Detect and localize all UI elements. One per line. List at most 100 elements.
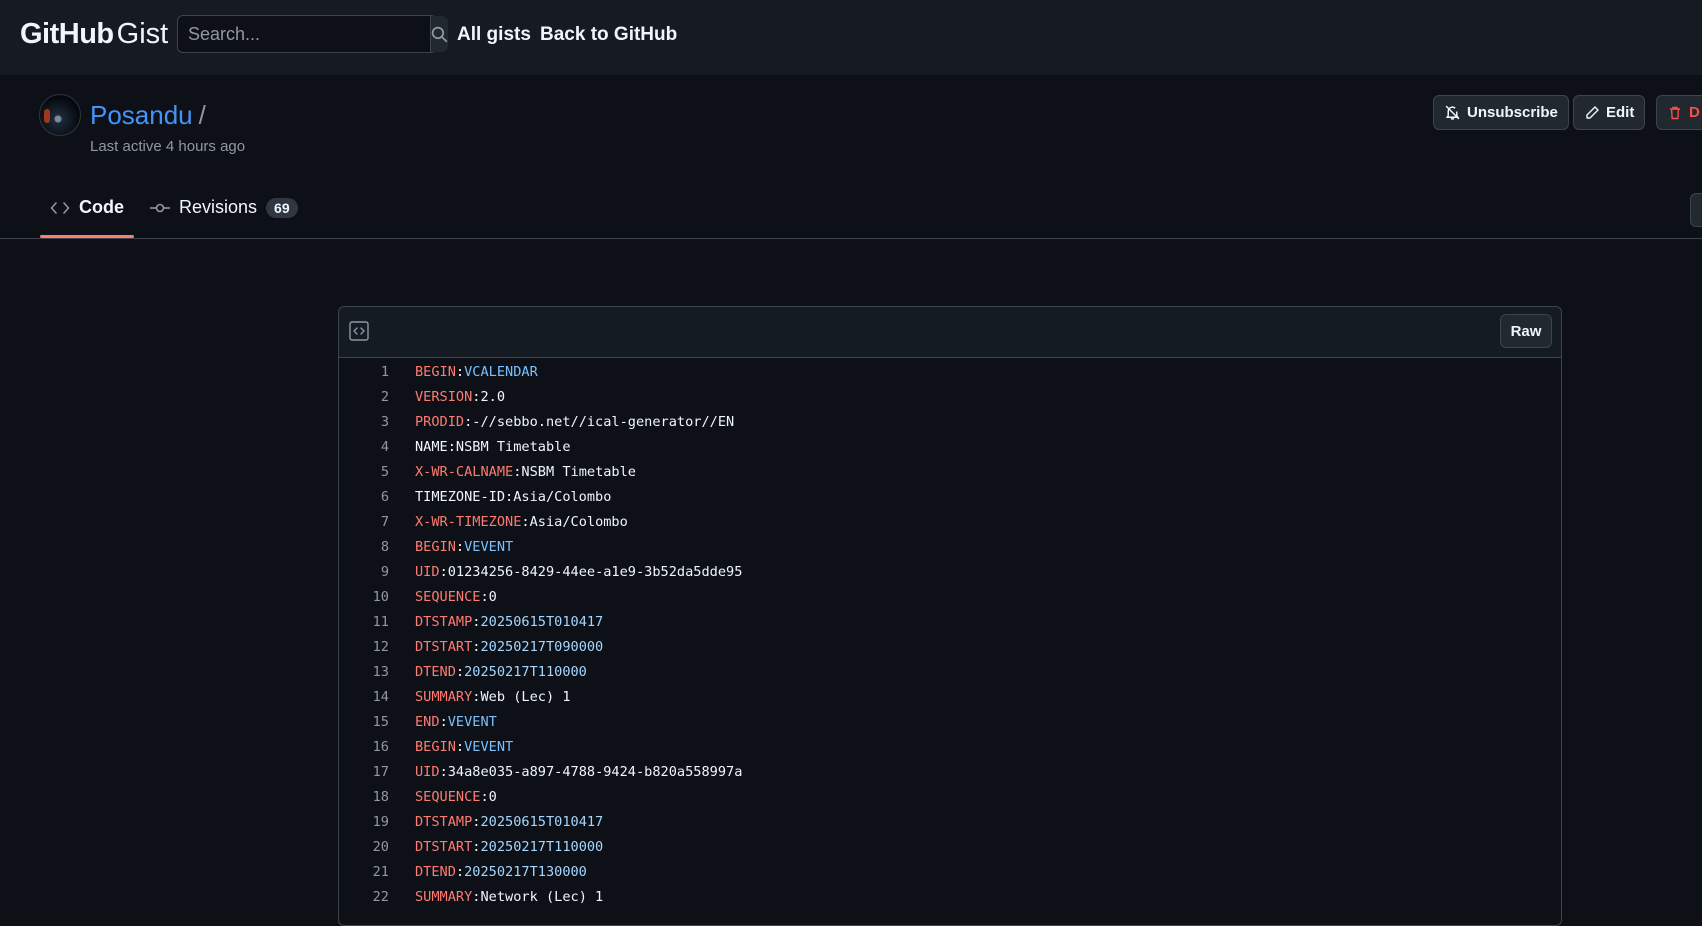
- property-value: 0: [488, 788, 497, 805]
- line-content: DTSTART:20250217T090000: [389, 639, 603, 655]
- property-key: SEQUENCE: [415, 588, 481, 605]
- line-content: DTEND:20250217T130000: [389, 864, 587, 880]
- code-line: 15 END:VEVENT: [339, 709, 1561, 734]
- line-number[interactable]: 11: [339, 614, 389, 630]
- code-view: 1 BEGIN:VCALENDAR 2 VERSION:2.0 3 PRODID:-//s…: [339, 358, 1561, 909]
- logo-gist: Gist: [116, 18, 169, 50]
- property-key: DTEND: [415, 863, 456, 880]
- logo-github: GitHub: [20, 18, 114, 50]
- line-number[interactable]: 13: [339, 664, 389, 680]
- line-number[interactable]: 1: [339, 364, 389, 380]
- property-value: 34a8e035-a897-4788-9424-b820a558997a: [447, 763, 743, 780]
- property-value: VEVENT: [464, 538, 514, 555]
- code-line: 9 UID:01234256-8429-44ee-a1e9-3b52da5dde9…: [339, 559, 1561, 584]
- side-button[interactable]: [1690, 193, 1702, 227]
- property-value: NAME:NSBM Timetable: [415, 438, 571, 455]
- github-gist-logo[interactable]: GitHub Gist: [20, 18, 168, 51]
- edit-label: Edit: [1606, 104, 1635, 121]
- property-key: SUMMARY: [415, 688, 473, 705]
- code-icon: [50, 201, 70, 214]
- line-number[interactable]: 14: [339, 689, 389, 705]
- delete-button[interactable]: D: [1656, 95, 1702, 130]
- tab-code[interactable]: Code: [40, 178, 134, 238]
- code-line: 3 PRODID:-//sebbo.net//ical-generator//EN: [339, 409, 1561, 434]
- code-line: 22 SUMMARY:Network (Lec) 1: [339, 884, 1561, 909]
- line-number[interactable]: 22: [339, 889, 389, 905]
- line-number[interactable]: 5: [339, 464, 389, 480]
- property-separator: :: [455, 663, 465, 680]
- property-value: Network (Lec) 1: [480, 888, 604, 905]
- unsubscribe-button[interactable]: Unsubscribe: [1433, 95, 1569, 130]
- code-line: 2 VERSION:2.0: [339, 384, 1561, 409]
- raw-button[interactable]: Raw: [1500, 314, 1552, 348]
- code-line: 4 NAME:NSBM Timetable: [339, 434, 1561, 459]
- title-separator: /: [198, 100, 206, 130]
- property-separator: :: [455, 363, 465, 380]
- line-number[interactable]: 2: [339, 389, 389, 405]
- file-code-icon: [349, 321, 369, 341]
- line-number[interactable]: 12: [339, 639, 389, 655]
- property-key: SEQUENCE: [415, 788, 481, 805]
- line-number[interactable]: 3: [339, 414, 389, 430]
- property-value: VEVENT: [464, 738, 514, 755]
- tab-revisions[interactable]: Revisions 69: [150, 178, 298, 237]
- property-separator: :: [439, 713, 448, 730]
- nav-back-to-github[interactable]: Back to GitHub: [540, 24, 677, 46]
- line-number[interactable]: 20: [339, 839, 389, 855]
- search-box: [177, 15, 448, 53]
- line-content: SUMMARY:Network (Lec) 1: [389, 889, 603, 905]
- line-number[interactable]: 8: [339, 539, 389, 555]
- line-content: DTSTAMP:20250615T010417: [389, 814, 603, 830]
- property-value: 20250217T110000: [480, 838, 604, 855]
- line-content: X-WR-CALNAME:NSBM Timetable: [389, 464, 636, 480]
- line-number[interactable]: 9: [339, 564, 389, 580]
- owner-link[interactable]: Posandu: [90, 100, 193, 130]
- code-line: 19 DTSTAMP:20250615T010417: [339, 809, 1561, 834]
- line-content: DTSTAMP:20250615T010417: [389, 614, 603, 630]
- gist-tabs: Code Revisions 69: [0, 178, 1702, 239]
- line-number[interactable]: 19: [339, 814, 389, 830]
- line-number[interactable]: 7: [339, 514, 389, 530]
- line-content: UID:34a8e035-a897-4788-9424-b820a558997a: [389, 764, 742, 780]
- line-number[interactable]: 4: [339, 439, 389, 455]
- property-separator: :: [455, 538, 465, 555]
- property-key: PRODID: [415, 413, 465, 430]
- property-value: Asia/Colombo: [529, 513, 628, 530]
- line-number[interactable]: 10: [339, 589, 389, 605]
- code-line: 14 SUMMARY:Web (Lec) 1: [339, 684, 1561, 709]
- property-value: 20250217T130000: [464, 863, 587, 880]
- line-content: VERSION:2.0: [389, 389, 505, 405]
- gist-title: Posandu /: [90, 100, 206, 131]
- line-number[interactable]: 18: [339, 789, 389, 805]
- line-content: DTSTART:20250217T110000: [389, 839, 603, 855]
- code-line: 5 X-WR-CALNAME:NSBM Timetable: [339, 459, 1561, 484]
- property-separator: :: [455, 738, 465, 755]
- top-bar: GitHub Gist All gists Back to GitHub: [0, 0, 1702, 75]
- line-number[interactable]: 15: [339, 714, 389, 730]
- search-icon: [431, 26, 448, 42]
- property-value: NSBM Timetable: [521, 463, 636, 480]
- line-content: BEGIN:VCALENDAR: [389, 364, 538, 380]
- line-content: BEGIN:VEVENT: [389, 739, 513, 755]
- line-number[interactable]: 6: [339, 489, 389, 505]
- property-key: UID: [415, 763, 440, 780]
- search-input[interactable]: [178, 16, 430, 52]
- line-number[interactable]: 17: [339, 764, 389, 780]
- edit-button[interactable]: Edit: [1573, 95, 1646, 130]
- line-number[interactable]: 21: [339, 864, 389, 880]
- line-number[interactable]: 16: [339, 739, 389, 755]
- property-value: VCALENDAR: [464, 363, 538, 380]
- code-line: 10 SEQUENCE:0: [339, 584, 1561, 609]
- avatar[interactable]: [39, 94, 81, 136]
- line-content: NAME:NSBM Timetable: [389, 439, 571, 455]
- search-button[interactable]: [430, 16, 448, 52]
- tab-code-label: Code: [79, 197, 124, 217]
- code-line: 16 BEGIN:VEVENT: [339, 734, 1561, 759]
- property-separator: :: [480, 588, 489, 605]
- property-key: BEGIN: [415, 363, 456, 380]
- nav-all-gists[interactable]: All gists: [457, 24, 531, 46]
- line-content: PRODID:-//sebbo.net//ical-generator//EN: [389, 414, 734, 430]
- unsubscribe-label: Unsubscribe: [1467, 104, 1558, 121]
- line-content: SEQUENCE:0: [389, 589, 497, 605]
- property-value: 20250615T010417: [480, 613, 604, 630]
